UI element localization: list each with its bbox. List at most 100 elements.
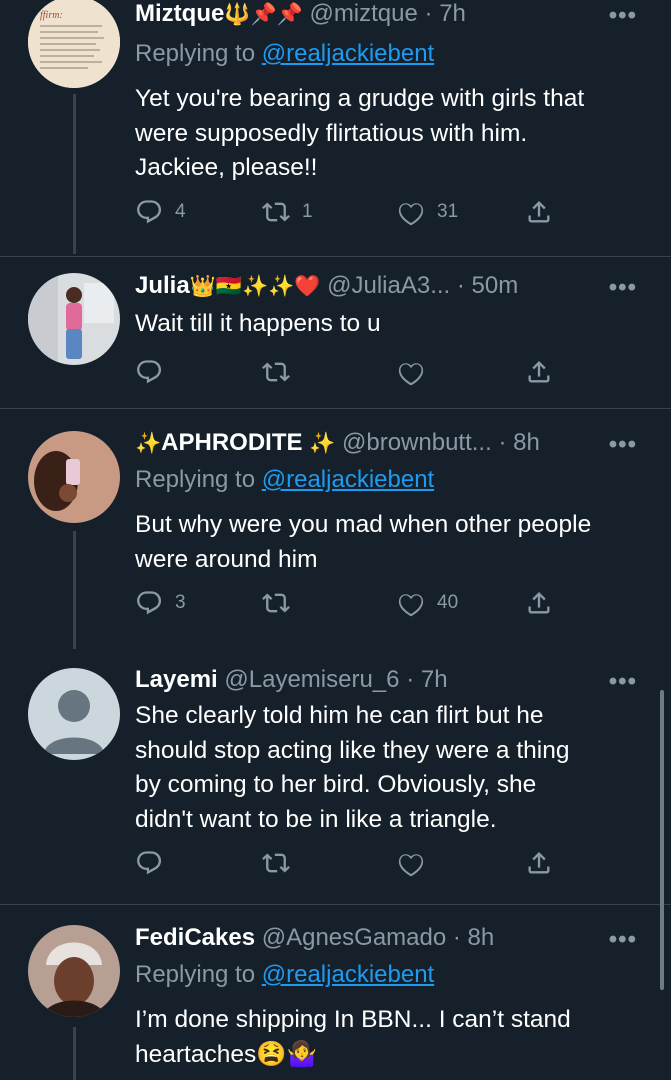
scrollbar[interactable] <box>660 690 664 990</box>
reply-icon <box>135 358 163 386</box>
handle[interactable]: @JuliaA3... <box>327 272 450 299</box>
tweet-text: But why were you mad when other people w… <box>135 508 640 577</box>
retweet-icon <box>262 849 290 877</box>
tweet-header: ✨APHRODITE ✨ @brownbutt... · 8h <box>135 429 540 457</box>
timestamp[interactable]: · 8h <box>498 429 539 456</box>
share-button[interactable] <box>525 198 553 226</box>
tweet-text-line: I’m done shipping In BBN... I can’t stan… <box>135 1006 571 1033</box>
tweet-text: Yet you're bearing a grudge with girls t… <box>135 82 640 186</box>
avatar[interactable] <box>28 431 120 523</box>
retweet-button[interactable] <box>262 589 302 617</box>
tweet-header: Layemi @Layemiseru_6 · 7h <box>135 666 448 694</box>
handle[interactable]: @Layemiseru_6 <box>224 666 399 693</box>
like-icon <box>397 849 425 877</box>
name-emoji: ✨ <box>309 432 336 455</box>
reply-button[interactable]: 3 <box>135 589 186 617</box>
retweet-icon <box>262 589 290 617</box>
tweet-julia[interactable]: Julia👑🇬🇭✨✨❤️ @JuliaA3... · 50m ••• Wait … <box>0 257 671 407</box>
like-button[interactable] <box>397 849 437 877</box>
retweet-count: 1 <box>302 201 313 222</box>
display-name[interactable]: FediCakes <box>135 924 255 951</box>
reply-count: 4 <box>175 201 186 222</box>
timestamp[interactable]: · 8h <box>453 924 494 951</box>
avatar[interactable] <box>28 925 120 1017</box>
thread-line <box>73 531 76 649</box>
like-button[interactable]: 40 <box>397 589 458 617</box>
tweet-text-line: didn't want to be in like a triangle. <box>135 805 497 833</box>
mention-link[interactable]: @realjackiebent <box>262 961 434 988</box>
tweet-text-line: She clearly told him he can flirt but he <box>135 702 544 729</box>
display-name[interactable]: Miztque <box>135 0 224 27</box>
timestamp[interactable]: · 7h <box>406 666 447 693</box>
avatar[interactable]: ffirm: <box>28 0 120 88</box>
handle[interactable]: @AgnesGamado <box>262 924 446 951</box>
name-emoji: 👑🇬🇭✨✨❤️ <box>189 275 321 298</box>
tweet-actions <box>135 358 565 388</box>
tweet-actions: 4 1 31 <box>135 198 565 228</box>
mention-link[interactable]: @realjackiebent <box>262 40 434 67</box>
thread-line <box>73 94 76 254</box>
reply-icon <box>135 589 163 617</box>
tweet-miztque[interactable]: ffirm: Miztque🔱📌📌 @miztque · 7h ••• Repl… <box>0 0 671 260</box>
tweet-text: Wait till it happens to u <box>135 307 640 342</box>
avatar[interactable] <box>28 668 120 760</box>
tweet-text-line: heartaches😫🤷‍♀️ <box>135 1040 318 1068</box>
like-icon <box>397 358 425 386</box>
more-icon[interactable]: ••• <box>609 2 637 30</box>
reply-icon <box>135 849 163 877</box>
handle[interactable]: @brownbutt... <box>342 429 492 456</box>
like-button[interactable] <box>397 358 437 386</box>
tweet-text-line: were around him <box>135 545 318 573</box>
replying-to-label: Replying to <box>135 961 262 988</box>
tweet-text-line: Jackiee, please!! <box>135 154 318 181</box>
handle[interactable]: @miztque <box>309 0 417 27</box>
name-emoji: ✨ <box>135 432 162 455</box>
tweet-header: Julia👑🇬🇭✨✨❤️ @JuliaA3... · 50m <box>135 272 518 300</box>
tweet-text: She clearly told him he can flirt but he… <box>135 699 640 837</box>
tweet-text-line: by coming to her bird. Obviously, she <box>135 771 537 798</box>
more-icon[interactable]: ••• <box>609 431 637 459</box>
like-icon <box>397 589 425 617</box>
more-icon[interactable]: ••• <box>609 274 637 302</box>
like-icon <box>397 198 425 226</box>
tweet-layemi[interactable]: Layemi @Layemiseru_6 · 7h ••• She clearl… <box>0 650 671 905</box>
tweet-fedicakes[interactable]: FediCakes @AgnesGamado · 8h ••• Replying… <box>0 905 671 1080</box>
replying-to: Replying to @realjackiebent <box>135 466 434 494</box>
timestamp[interactable]: · 50m <box>457 272 518 299</box>
share-button[interactable] <box>525 358 553 386</box>
tweet-aphrodite[interactable]: ✨APHRODITE ✨ @brownbutt... · 8h ••• Repl… <box>0 409 671 649</box>
share-icon <box>525 849 553 877</box>
retweet-button[interactable] <box>262 358 302 386</box>
tweet-actions: 3 40 <box>135 589 565 619</box>
name-emoji: 🔱📌📌 <box>224 3 303 26</box>
tweet-text-line: Wait till it happens to u <box>135 310 381 337</box>
reply-count: 3 <box>175 592 186 613</box>
share-icon <box>525 198 553 226</box>
share-button[interactable] <box>525 589 553 617</box>
tweet-header: Miztque🔱📌📌 @miztque · 7h <box>135 0 466 28</box>
mention-link[interactable]: @realjackiebent <box>262 466 434 493</box>
reply-button[interactable] <box>135 358 175 386</box>
like-button[interactable]: 31 <box>397 198 458 226</box>
display-name[interactable]: APHRODITE <box>161 429 302 456</box>
tweet-header: FediCakes @AgnesGamado · 8h <box>135 924 494 952</box>
tweet-text-line: Yet you're bearing a grudge with girls t… <box>135 85 585 112</box>
tweet-text-line: were supposedly flirtatious with him. <box>135 119 528 147</box>
more-icon[interactable]: ••• <box>609 926 637 954</box>
avatar[interactable] <box>28 273 120 365</box>
retweet-button[interactable] <box>262 849 302 877</box>
reply-button[interactable] <box>135 849 175 877</box>
reply-button[interactable]: 4 <box>135 198 186 226</box>
share-icon <box>525 589 553 617</box>
display-name[interactable]: Julia <box>135 272 190 299</box>
timestamp[interactable]: · 7h <box>425 0 466 27</box>
tweet-text-line: But why were you mad when other people <box>135 511 592 538</box>
replying-to-label: Replying to <box>135 40 262 67</box>
retweet-icon <box>262 358 290 386</box>
display-name[interactable]: Layemi <box>135 666 218 693</box>
more-icon[interactable]: ••• <box>609 668 637 696</box>
share-button[interactable] <box>525 849 553 877</box>
replying-to-label: Replying to <box>135 466 262 493</box>
tweet-text: I’m done shipping In BBN... I can’t stan… <box>135 1003 640 1072</box>
retweet-button[interactable]: 1 <box>262 198 313 226</box>
